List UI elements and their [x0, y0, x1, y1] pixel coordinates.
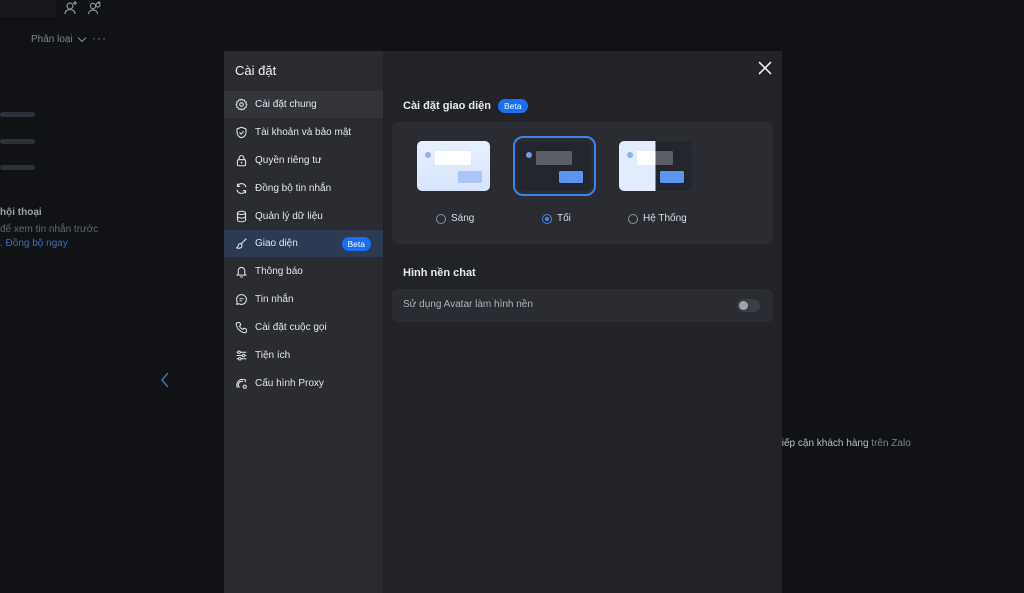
- sidebar-item-label: Tài khoản và bảo mật: [255, 127, 352, 138]
- skeleton-line: [0, 165, 35, 170]
- sidebar-item-label: Cài đặt chung: [255, 99, 317, 110]
- avatar-wallpaper-label: Sử dụng Avatar làm hình nền: [403, 299, 533, 310]
- sidebar-item-label: Thông báo: [255, 266, 303, 277]
- chevron-left-icon[interactable]: [157, 370, 173, 390]
- sidebar-item-label: Giao diện: [255, 238, 298, 249]
- skeleton-line: [0, 139, 35, 144]
- theme-radio-light[interactable]: Sáng: [436, 213, 474, 224]
- theme-option-label: Hệ Thống: [643, 213, 687, 224]
- sidebar-item-label: Cấu hình Proxy: [255, 378, 324, 389]
- more-options-button[interactable]: ···: [92, 31, 107, 45]
- chevron-down-icon: [77, 37, 87, 43]
- skeleton-line: [0, 112, 35, 117]
- wallpaper-option-row: Sử dụng Avatar làm hình nền: [392, 289, 773, 322]
- sidebar-item-privacy[interactable]: Quyền riêng tư: [224, 147, 383, 174]
- filter-dropdown[interactable]: Phân loại: [31, 34, 87, 45]
- sync-now-link[interactable]: . Đồng bộ ngay: [0, 238, 68, 249]
- radio-button-icon: [628, 213, 638, 224]
- radio-button-icon: [436, 213, 446, 224]
- sidebar-item-message-sync[interactable]: Đồng bộ tin nhắn: [224, 175, 383, 202]
- theme-picker: Sáng Tối Hệ Thống: [392, 122, 773, 244]
- create-group-icon[interactable]: [87, 0, 103, 16]
- avatar-wallpaper-toggle[interactable]: [737, 299, 760, 312]
- sidebar-item-utilities[interactable]: Tiện ích: [224, 342, 383, 369]
- promo-suffix: trên Zalo: [868, 438, 911, 449]
- sliders-icon: [236, 350, 247, 361]
- beta-badge: Beta: [498, 99, 528, 113]
- settings-content: Cài đặt giao diện Beta Sáng Tối Hệ Thống…: [383, 51, 782, 593]
- theme-option-label: Sáng: [451, 213, 475, 224]
- sidebar-item-account-security[interactable]: Tài khoản và bảo mật: [224, 119, 383, 146]
- proxy-icon: [236, 378, 247, 389]
- sidebar-item-label: Quản lý dữ liệu: [255, 211, 323, 222]
- gear-icon: [235, 98, 248, 111]
- lock-icon: [236, 155, 247, 167]
- settings-sidebar: Cài đặt Cài đặt chung Tài khoản và bảo m…: [224, 51, 383, 593]
- shield-icon: [236, 126, 247, 139]
- dark-preview-graphic: [526, 151, 583, 183]
- sidebar-item-proxy[interactable]: Cấu hình Proxy: [224, 370, 383, 397]
- modal-title: Cài đặt: [235, 63, 277, 78]
- sync-message: để xem tin nhắn trước: [0, 224, 99, 235]
- conversation-heading: hội thoại: [0, 207, 42, 218]
- database-icon: [236, 210, 247, 223]
- promo-text: tiếp cận khách hàng trên Zalo: [779, 438, 911, 449]
- sync-icon: [236, 183, 247, 194]
- appearance-section-title: Cài đặt giao diện Beta: [403, 99, 528, 113]
- sidebar-item-label: Cài đặt cuộc gọi: [255, 322, 327, 333]
- sidebar-item-label: Quyền riêng tư: [255, 155, 322, 166]
- sidebar-item-label: Đồng bộ tin nhắn: [255, 183, 332, 194]
- wallpaper-section-title: Hình nền chat: [403, 267, 476, 279]
- theme-preview-system[interactable]: [619, 141, 692, 191]
- sidebar-item-label: Tin nhắn: [255, 294, 294, 305]
- theme-option-label: Tối: [557, 213, 571, 224]
- promo-highlight: tiếp cận khách hàng: [779, 438, 869, 449]
- theme-radio-dark[interactable]: Tối: [542, 213, 571, 224]
- theme-radio-system[interactable]: Hệ Thống: [628, 213, 687, 224]
- sidebar-item-general[interactable]: Cài đặt chung: [224, 91, 383, 118]
- bell-icon: [236, 266, 247, 278]
- beta-badge: Beta: [341, 237, 371, 251]
- wallpaper-title: Hình nền chat: [403, 267, 476, 279]
- theme-preview-light[interactable]: [417, 141, 490, 191]
- phone-icon: [235, 322, 247, 334]
- search-bar-remnant: [0, 0, 56, 17]
- sidebar-item-appearance[interactable]: Giao diện Beta: [224, 230, 383, 257]
- appearance-title: Cài đặt giao diện: [403, 100, 492, 112]
- filter-label: Phân loại: [31, 34, 73, 45]
- brush-icon: [236, 238, 247, 249]
- settings-modal: Cài đặt Cài đặt chung Tài khoản và bảo m…: [224, 51, 782, 593]
- theme-preview-dark[interactable]: [513, 136, 596, 196]
- radio-button-selected-icon: [542, 213, 552, 224]
- system-preview-graphic: [619, 141, 692, 191]
- add-friend-icon[interactable]: [63, 0, 79, 16]
- sidebar-item-notifications[interactable]: Thông báo: [224, 258, 383, 285]
- sidebar-item-data-management[interactable]: Quản lý dữ liệu: [224, 203, 383, 230]
- chat-icon: [236, 294, 247, 305]
- sidebar-item-label: Tiện ích: [255, 350, 291, 361]
- light-preview-graphic: [425, 151, 482, 183]
- sidebar-item-messages[interactable]: Tin nhắn: [224, 286, 383, 313]
- sidebar-item-call-settings[interactable]: Cài đặt cuộc gọi: [224, 314, 383, 341]
